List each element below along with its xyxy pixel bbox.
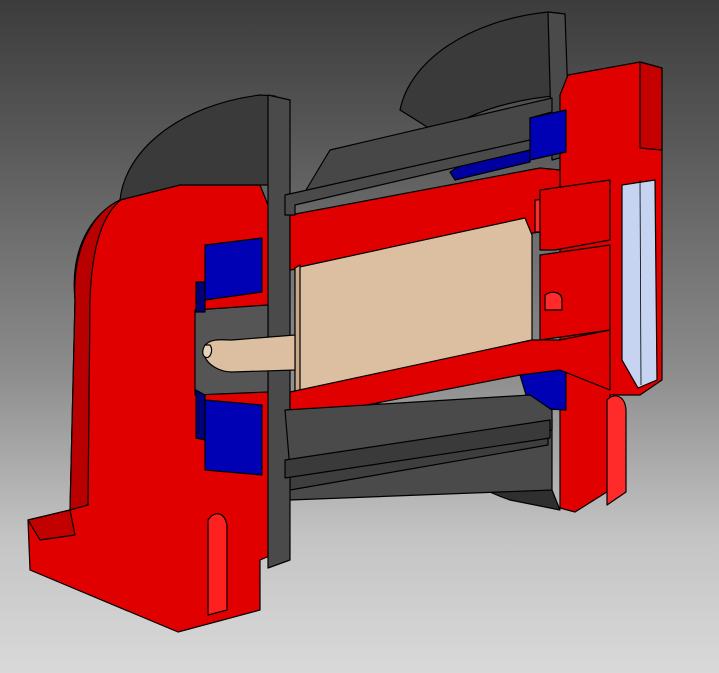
seal-upper-left bbox=[204, 237, 263, 301]
seal-lower-left bbox=[204, 399, 263, 476]
section-view-drawing bbox=[27, 11, 663, 633]
seal-upper-right bbox=[529, 109, 567, 161]
window-pane bbox=[621, 179, 658, 389]
cad-viewport[interactable] bbox=[0, 0, 719, 673]
